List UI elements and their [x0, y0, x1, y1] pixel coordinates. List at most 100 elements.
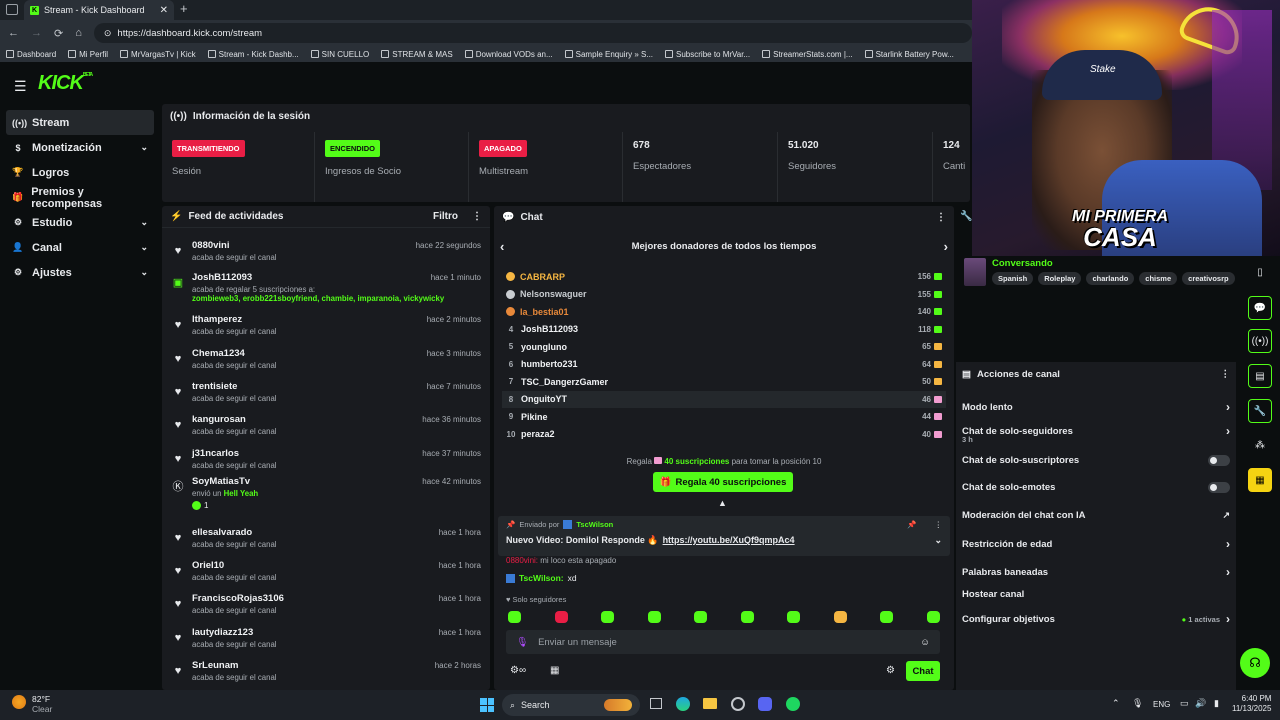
bookmark-item[interactable]: Dashboard: [6, 50, 56, 59]
emote-icon[interactable]: [740, 611, 754, 623]
discord-icon[interactable]: [758, 697, 772, 711]
site-info-icon[interactable]: ⊙: [104, 28, 112, 39]
chevron-down-icon[interactable]: ⌄: [140, 267, 148, 278]
tray-chevron-icon[interactable]: ⌃: [1112, 698, 1120, 709]
donor-row[interactable]: 7 TSC_DangerzGamer 50: [502, 373, 946, 390]
weather-widget[interactable]: 82°F Clear: [32, 694, 52, 714]
task-view-icon[interactable]: [650, 698, 662, 709]
mobile-icon[interactable]: ▯: [1248, 260, 1272, 284]
expand-icon[interactable]: ⌄: [934, 535, 942, 546]
stream-tag[interactable]: Roleplay: [1038, 272, 1082, 285]
chevron-down-icon[interactable]: ⌄: [140, 242, 148, 253]
sidebar-item-logros[interactable]: 🏆 Logros: [6, 160, 154, 185]
clock[interactable]: 6:40 PM 11/13/2025: [1232, 694, 1271, 714]
back-icon[interactable]: ←: [8, 27, 19, 39]
chat-options-icon[interactable]: ⋮: [936, 212, 946, 223]
donor-row[interactable]: 4 JoshB112093 118: [502, 321, 946, 338]
emote-icon[interactable]: [508, 611, 521, 623]
donor-row[interactable]: 10 peraza2 40: [502, 426, 946, 443]
bookmark-item[interactable]: SIN CUELLO: [310, 50, 369, 59]
bookmark-item[interactable]: Download VODs an...: [464, 50, 553, 59]
action-configurar-objetivos[interactable]: Configurar objetivos ● 1 activas ›: [962, 612, 1230, 626]
toggle-switch[interactable]: [1208, 455, 1230, 466]
external-link-icon[interactable]: ↗: [1222, 510, 1230, 521]
tab-actions-icon[interactable]: [6, 4, 18, 15]
chat-settings-icon[interactable]: ⚙: [886, 665, 895, 676]
bookmark-item[interactable]: MrVargasTv | Kick: [120, 50, 196, 59]
sidebar-item-ajustes[interactable]: ⚙ Ajustes ⌄: [6, 260, 154, 285]
menu-icon[interactable]: ☰: [14, 78, 27, 95]
action-modo-lento[interactable]: Modo lento ›: [962, 400, 1230, 414]
tab-close-icon[interactable]: ✕: [160, 5, 168, 16]
chevron-right-icon[interactable]: ›: [1226, 400, 1230, 414]
app-icon[interactable]: [731, 697, 745, 711]
emote-icon[interactable]: [926, 611, 940, 623]
emote-icon[interactable]: [647, 611, 661, 623]
stream-tag[interactable]: chisme: [1139, 272, 1178, 285]
chevron-right-icon[interactable]: ›: [1226, 537, 1230, 551]
chat-message-user[interactable]: TscWilson:: [519, 573, 564, 583]
emote-icon[interactable]: [787, 611, 800, 623]
url-field[interactable]: ⊙ https://dashboard.kick.com/stream: [93, 23, 972, 43]
chevron-right-icon[interactable]: ›: [1226, 424, 1230, 438]
action-chat-de-solo-suscriptores[interactable]: Chat de solo-suscriptores: [962, 455, 1230, 466]
chat-icon[interactable]: 💬: [1248, 296, 1272, 320]
action-hostear-canal[interactable]: Hostear canal: [962, 589, 1230, 600]
gift-subs-button[interactable]: 🎁 Regala 40 suscripciones: [653, 472, 793, 492]
new-tab-icon[interactable]: +: [180, 1, 188, 16]
donor-row[interactable]: 9 Pikine 44: [502, 408, 946, 425]
send-chat-button[interactable]: Chat: [906, 661, 940, 681]
bookmark-item[interactable]: Sample Enquiry » S...: [564, 50, 653, 59]
stream-tag[interactable]: creativosrp: [1182, 272, 1235, 285]
taskbar-search[interactable]: ⌕ Search: [502, 694, 640, 716]
broadcast-icon[interactable]: ((•)): [1248, 329, 1272, 353]
donor-row[interactable]: Nelsonswaguer 155: [502, 286, 946, 303]
donor-row[interactable]: la_bestia01 140: [502, 303, 946, 320]
emoji-icon[interactable]: ☺: [920, 637, 930, 648]
action-chat-de-solo-emotes[interactable]: Chat de solo-emotes: [962, 482, 1230, 493]
bookmark-item[interactable]: StreamerStats.com |...: [762, 50, 853, 59]
action-palabras-baneadas[interactable]: Palabras baneadas ›: [962, 565, 1230, 579]
more-options-icon[interactable]: ⋮: [472, 211, 482, 222]
chevron-right-icon[interactable]: ›: [1226, 565, 1230, 579]
next-arrow-icon[interactable]: ›: [944, 239, 948, 254]
bookmark-item[interactable]: Stream - Kick Dashb...: [207, 50, 299, 59]
help-icon[interactable]: ☊: [1240, 648, 1270, 678]
donor-row[interactable]: 8 OnguitoYT 46: [502, 390, 946, 408]
chevron-down-icon[interactable]: ⌄: [140, 142, 148, 153]
language-indicator[interactable]: ENG: [1153, 700, 1170, 709]
bookmark-item[interactable]: Mi Perfil: [68, 50, 108, 59]
actions-options-icon[interactable]: ⋮: [1221, 369, 1231, 380]
emote-icon[interactable]: [880, 611, 893, 623]
pin-toggle-icon[interactable]: 📌: [907, 520, 916, 529]
windows-start-icon[interactable]: [480, 698, 494, 712]
chat-input[interactable]: 🎙 Enviar un mensaje ☺: [506, 630, 940, 654]
action-chat-de-solo-seguidores[interactable]: Chat de solo-seguidores 3 h ›: [962, 424, 1230, 444]
volume-icon[interactable]: 🔊: [1195, 698, 1206, 709]
network-icon[interactable]: ▭: [1180, 698, 1189, 709]
mic-icon[interactable]: 🎙: [1132, 698, 1143, 709]
emote-icon[interactable]: [833, 611, 847, 623]
layout-icon[interactable]: ▤: [1248, 364, 1272, 388]
chevron-down-icon[interactable]: ⌄: [140, 217, 148, 228]
toggle-switch[interactable]: [1208, 482, 1230, 493]
action-moderaci-n-del-chat-con-ia[interactable]: Moderación del chat con IA ↗: [962, 510, 1230, 521]
donor-row[interactable]: CABRARP 156: [502, 268, 946, 285]
nodes-icon[interactable]: ⁂: [1248, 433, 1272, 457]
bookmark-item[interactable]: Starlink Battery Pow...: [864, 50, 954, 59]
sidebar-item-estudio[interactable]: ⚙ Estudio ⌄: [6, 210, 154, 235]
reload-icon[interactable]: ⟳: [54, 27, 63, 40]
emote-icon[interactable]: [694, 611, 707, 623]
prev-arrow-icon[interactable]: ‹: [500, 239, 504, 254]
chevron-right-icon[interactable]: ›: [1226, 612, 1230, 626]
browser-tab[interactable]: K Stream - Kick Dashboard ✕: [24, 0, 174, 20]
stream-tag[interactable]: charlando: [1086, 272, 1135, 285]
donor-row[interactable]: 6 humberto231 64: [502, 356, 946, 373]
home-icon[interactable]: ⌂: [75, 27, 82, 39]
action-restricci-n-de-edad[interactable]: Restricción de edad ›: [962, 537, 1230, 551]
pinned-link[interactable]: https://youtu.be/XuQf9qmpAc4: [663, 535, 795, 546]
pinned-user[interactable]: TscWilson: [576, 520, 613, 529]
calendar-icon[interactable]: ▦: [1248, 468, 1272, 492]
weather-icon[interactable]: [12, 695, 26, 709]
chat-message-user[interactable]: 0880vini:: [506, 556, 538, 565]
